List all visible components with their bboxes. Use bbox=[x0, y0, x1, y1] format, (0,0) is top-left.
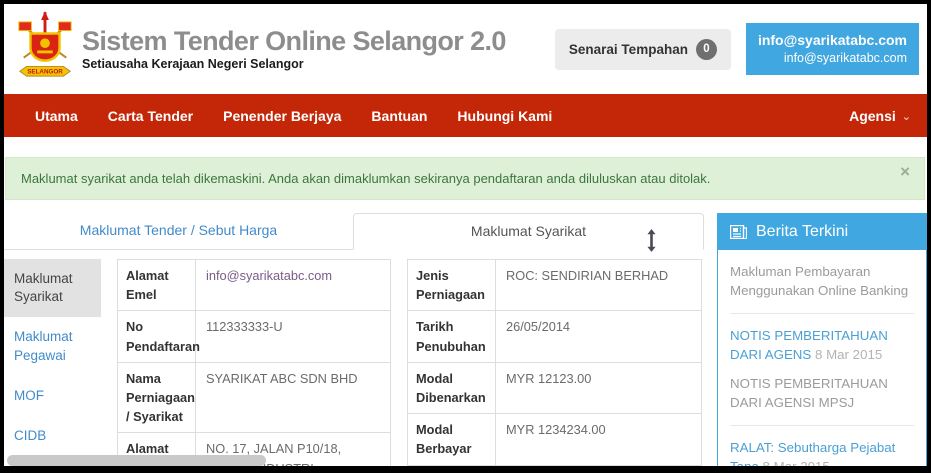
header-actions: Senarai Tempahan 0 info@syarikatabc.com … bbox=[555, 23, 919, 75]
nav-item[interactable]: Hubungi Kami bbox=[442, 94, 567, 137]
news-item[interactable]: Makluman Pembayaran Menggunakan Online B… bbox=[730, 262, 914, 314]
row-value: 2342 bbox=[496, 466, 701, 473]
tab[interactable]: Maklumat Syarikat bbox=[353, 213, 704, 250]
table-row: Alamat Emel info@syarikatabc.com bbox=[118, 260, 390, 311]
page-content: Maklumat Tender / Sebut Harga Maklumat S… bbox=[4, 213, 927, 473]
table-row: Nama Perniagaan / Syarikat SYARIKAT ABC … bbox=[118, 363, 390, 434]
news-item[interactable]: NOTIS PEMBERITAHUAN DARI AGENS 8 Mar 201… bbox=[730, 326, 914, 365]
nav-item[interactable]: Bantuan bbox=[356, 94, 442, 137]
account-email-primary: info@syarikatabc.com bbox=[758, 32, 907, 48]
sidebar-item[interactable]: CIDB bbox=[4, 416, 101, 456]
news-item-date: 8 Mar 2015 bbox=[763, 459, 830, 473]
agensi-label: Agensi bbox=[849, 108, 896, 124]
logo-banner-text: SELANGOR bbox=[27, 69, 63, 76]
site-header: SELANGOR Sistem Tender Online Selangor 2… bbox=[4, 4, 927, 94]
news-panel-title: Berita Terkini bbox=[756, 223, 848, 241]
sidebar-item[interactable]: Maklumat Syarikat bbox=[4, 259, 101, 317]
alert-message: Maklumat syarikat anda telah dikemaskini… bbox=[21, 171, 710, 186]
nav-item[interactable]: Carta Tender bbox=[93, 94, 208, 137]
success-alert: Maklumat syarikat anda telah dikemaskini… bbox=[5, 157, 925, 200]
senarai-tempahan-label: Senarai Tempahan bbox=[569, 42, 688, 57]
table-row: No. Rujukan Cukai 2342 bbox=[408, 466, 701, 473]
table-row: Modal Berbayar MYR 1234234.00 bbox=[408, 414, 701, 465]
row-value: MYR 1234234.00 bbox=[496, 414, 701, 464]
sidebar-item[interactable]: MOF bbox=[4, 376, 101, 416]
close-icon[interactable]: × bbox=[900, 163, 910, 180]
reservation-count-badge: 0 bbox=[696, 39, 717, 60]
row-label: Jenis Perniagaan bbox=[408, 260, 496, 310]
news-list: Makluman Pembayaran Menggunakan Online B… bbox=[718, 250, 926, 473]
chevron-down-icon: ⌄ bbox=[902, 110, 911, 123]
nav-item[interactable]: Penender Berjaya bbox=[208, 94, 356, 137]
table-row: No Pendaftaran 112333333-U bbox=[118, 311, 390, 362]
site-title: Sistem Tender Online Selangor 2.0 bbox=[82, 27, 506, 57]
company-details-table-left: Alamat Emel info@syarikatabc.com No Pend… bbox=[117, 259, 391, 473]
table-row: Jenis Perniagaan ROC: SENDIRIAN BERHAD bbox=[408, 260, 701, 311]
news-item-date: 8 Mar 2015 bbox=[815, 347, 882, 362]
main-column: Maklumat Tender / Sebut Harga Maklumat S… bbox=[4, 213, 704, 473]
news-item[interactable]: NOTIS PEMBERITAHUAN DARI AGENSI MPSJ bbox=[730, 374, 914, 426]
berita-terkini-panel: Berita Terkini Makluman Pembayaran Mengg… bbox=[717, 213, 927, 473]
row-label: No. Rujukan Cukai bbox=[408, 466, 496, 473]
brand-block: Sistem Tender Online Selangor 2.0 Setiau… bbox=[82, 27, 506, 72]
row-label: Modal Berbayar bbox=[408, 414, 496, 464]
news-panel-header: Berita Terkini bbox=[718, 214, 926, 250]
row-label: Tarikh Penubuhan bbox=[408, 311, 496, 361]
row-value: 112333333-U bbox=[196, 311, 390, 361]
site-subtitle: Setiausaha Kerajaan Negeri Selangor bbox=[82, 57, 506, 71]
account-email-secondary: info@syarikatabc.com bbox=[758, 51, 907, 65]
main-navbar: Utama Carta Tender Penender Berjaya Bant… bbox=[4, 94, 927, 137]
news-item-title: Makluman Pembayaran Menggunakan Online B… bbox=[730, 264, 908, 298]
row-value: MYR 12123.00 bbox=[496, 363, 701, 413]
row-label: Modal Dibenarkan bbox=[408, 363, 496, 413]
row-label: Nama Perniagaan / Syarikat bbox=[118, 363, 196, 433]
account-menu-button[interactable]: info@syarikatabc.com info@syarikatabc.co… bbox=[746, 23, 919, 75]
row-label: Alamat bbox=[118, 433, 196, 473]
section-sidebar: Maklumat Syarikat Maklumat Pegawai MOF C… bbox=[4, 259, 101, 473]
senarai-tempahan-button[interactable]: Senarai Tempahan 0 bbox=[555, 29, 731, 70]
sidebar-item[interactable]: Maklumat Pegawai bbox=[4, 317, 101, 375]
news-item-title: NOTIS PEMBERITAHUAN DARI AGENSI MPSJ bbox=[730, 376, 888, 410]
browser-viewport: SELANGOR Sistem Tender Online Selangor 2… bbox=[0, 0, 931, 473]
row-value: 26/05/2014 bbox=[496, 311, 701, 361]
selangor-crest-logo: SELANGOR bbox=[14, 11, 76, 87]
table-row: Modal Dibenarkan MYR 12123.00 bbox=[408, 363, 701, 414]
row-value: NO. 17, JALAN P10/18, TAMAN INDUSTRI SEL… bbox=[196, 433, 390, 473]
row-value: SYARIKAT ABC SDN BHD bbox=[196, 363, 390, 433]
nav-item-agensi[interactable]: Agensi ⌄ bbox=[849, 94, 911, 137]
table-row: Tarikh Penubuhan 26/05/2014 bbox=[408, 311, 701, 362]
tab-bar: Maklumat Tender / Sebut Harga Maklumat S… bbox=[4, 213, 704, 250]
row-label: Alamat Emel bbox=[118, 260, 196, 310]
newspaper-icon bbox=[730, 225, 747, 239]
row-value: ROC: SENDIRIAN BERHAD bbox=[496, 260, 701, 310]
row-value: info@syarikatabc.com bbox=[196, 260, 390, 310]
horizontal-scrollbar-thumb[interactable] bbox=[7, 455, 266, 466]
nav-item[interactable]: Utama bbox=[20, 94, 93, 137]
tab[interactable]: Maklumat Tender / Sebut Harga bbox=[4, 213, 353, 249]
company-info-section: Maklumat Syarikat Maklumat Pegawai MOF C… bbox=[4, 259, 704, 473]
news-item-title: RALAT: Sebutharga Pejabat Tana bbox=[730, 440, 895, 473]
table-row: Alamat NO. 17, JALAN P10/18, TAMAN INDUS… bbox=[118, 433, 390, 473]
company-details-table-right: Jenis Perniagaan ROC: SENDIRIAN BERHAD T… bbox=[407, 259, 702, 473]
news-item[interactable]: RALAT: Sebutharga Pejabat Tana 8 Mar 201… bbox=[730, 438, 914, 473]
row-label: No Pendaftaran bbox=[118, 311, 196, 361]
nav-items: Utama Carta Tender Penender Berjaya Bant… bbox=[20, 94, 567, 137]
